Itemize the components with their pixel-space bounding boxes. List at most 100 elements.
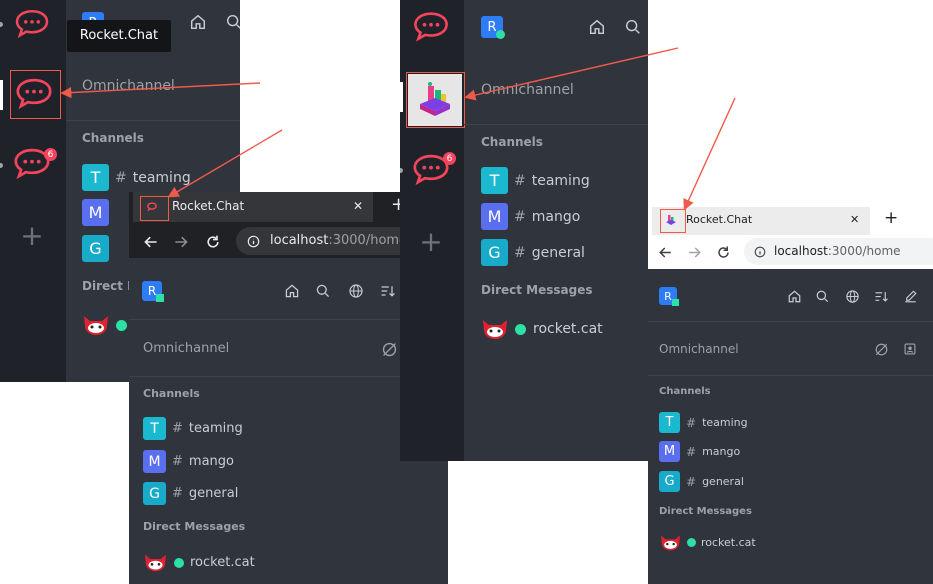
online-status [515,323,526,335]
reload-icon[interactable] [714,243,732,261]
info-icon[interactable] [753,245,766,258]
hash-icon: # [514,172,526,189]
channel-row-teaming[interactable]: T # teaming [659,412,748,433]
create-new-icon[interactable] [901,287,919,305]
workspace-rocketchat-1[interactable] [4,0,60,56]
search-icon[interactable] [313,281,333,301]
channel-name: teaming [531,172,590,189]
contact-center-icon[interactable] [901,340,919,358]
directory-globe-icon[interactable] [843,287,861,305]
hash-icon: # [115,169,127,186]
tab-close-icon[interactable]: ✕ [353,199,363,213]
dm-row-rocket-cat[interactable]: rocket.cat [143,552,255,573]
channels-header: Channels [82,131,144,145]
sort-icon[interactable] [378,281,398,301]
omnichannel-label[interactable]: Omnichannel [659,342,739,356]
browser-tab-b[interactable] [133,192,373,222]
url-host: localhost [270,233,329,248]
back-icon[interactable] [141,232,161,252]
search-icon[interactable] [623,17,643,37]
channel-name: mango [531,208,581,225]
sort-icon[interactable] [872,287,890,305]
active-indicator [0,80,3,110]
channel-row-teaming[interactable]: T # teaming [82,164,191,191]
rocketchat-logo-icon [414,12,448,42]
dm-row-rocket-cat[interactable] [82,313,127,337]
divider [66,120,240,121]
panel-c: 6 + R Omnichannel Channels T # teaming M… [400,0,648,461]
channel-avatar: T [143,417,166,440]
add-workspace-icon[interactable]: + [20,222,44,250]
unread-badge: 6 [443,152,456,165]
channel-avatar: M [82,199,109,226]
channel-avatar: M [659,441,680,462]
omnichannel-label[interactable]: Omnichannel [481,82,574,98]
directory-globe-icon[interactable] [346,281,366,301]
hash-icon: # [172,486,183,501]
divider [648,321,933,322]
dm-row-rocket-cat[interactable]: rocket.cat [481,317,603,341]
home-icon[interactable] [587,17,607,37]
unread-badge: 6 [44,148,57,161]
back-icon[interactable] [656,243,674,261]
search-icon[interactable] [813,287,831,305]
dm-name: rocket.cat [533,321,603,337]
workspace-rocketchat-3[interactable] [4,138,60,194]
search-icon[interactable] [224,12,240,32]
channel-name: teaming [132,169,191,186]
channel-row-teaming[interactable]: T # teaming [481,167,590,194]
rocketchat-logo-icon [14,148,50,180]
omnichannel-offline-icon[interactable] [379,339,399,359]
tab-title: Rocket.Chat [686,213,753,226]
hash-icon: # [172,454,183,469]
dm-row-rocket-cat[interactable]: rocket.cat [659,533,756,552]
channel-name: general [531,244,585,261]
channel-row-general[interactable]: G # general [659,471,744,492]
highlight-box-a [10,70,61,119]
omnichannel-offline-icon[interactable] [872,340,890,358]
rocket-cat-avatar-icon [84,316,108,335]
rocket-cat-avatar-icon [145,554,166,572]
channel-name: mango [188,454,234,469]
channel-name: general [188,486,239,501]
url-path: :3000/home [827,244,901,258]
home-icon[interactable] [282,281,302,301]
tab-close-icon[interactable]: ✕ [850,213,859,226]
channel-avatar: G [82,235,109,262]
direct-messages-header: Direct Messages [659,506,752,517]
channel-name: general [702,475,744,488]
channel-row-general[interactable]: G # general [481,239,585,266]
channel-name: teaming [702,416,748,429]
channel-row-teaming[interactable]: T # teaming [143,417,243,440]
home-icon[interactable] [188,12,208,32]
channels-header: Channels [481,135,543,149]
rocket-cat-avatar-icon [661,535,680,551]
channel-row-mango[interactable]: M [82,199,109,226]
forward-icon[interactable] [685,243,703,261]
hash-icon: # [514,244,526,261]
channel-row-mango[interactable]: M # mango [481,203,580,230]
reload-icon[interactable] [203,232,223,252]
dm-name: rocket.cat [701,536,756,549]
omnichannel-label[interactable]: Omnichannel [143,341,229,356]
new-tab-button[interactable]: + [884,208,898,228]
home-icon[interactable] [785,287,803,305]
direct-messages-header: Direct Messages [481,283,593,297]
channel-avatar: G [481,239,508,266]
highlight-box-d [660,209,686,233]
url-host: localhost [774,244,828,258]
tab-title: Rocket.Chat [172,199,245,213]
workspace-rocketchat-1[interactable] [403,2,459,58]
panel-d: Rocket.Chat ✕ + localhost:3000/home R Om… [648,205,933,584]
omnichannel-label[interactable]: Omnichannel [82,78,175,94]
channels-header: Channels [143,387,200,400]
channel-row-general[interactable]: G [82,235,109,262]
add-workspace-icon[interactable]: + [419,228,443,256]
channel-row-mango[interactable]: M # mango [143,450,234,473]
channel-row-mango[interactable]: M # mango [659,441,740,462]
channel-row-general[interactable]: G # general [143,482,238,505]
online-status [174,557,184,568]
info-icon[interactable] [246,234,260,248]
forward-icon[interactable] [171,232,191,252]
channel-avatar: T [481,167,508,194]
